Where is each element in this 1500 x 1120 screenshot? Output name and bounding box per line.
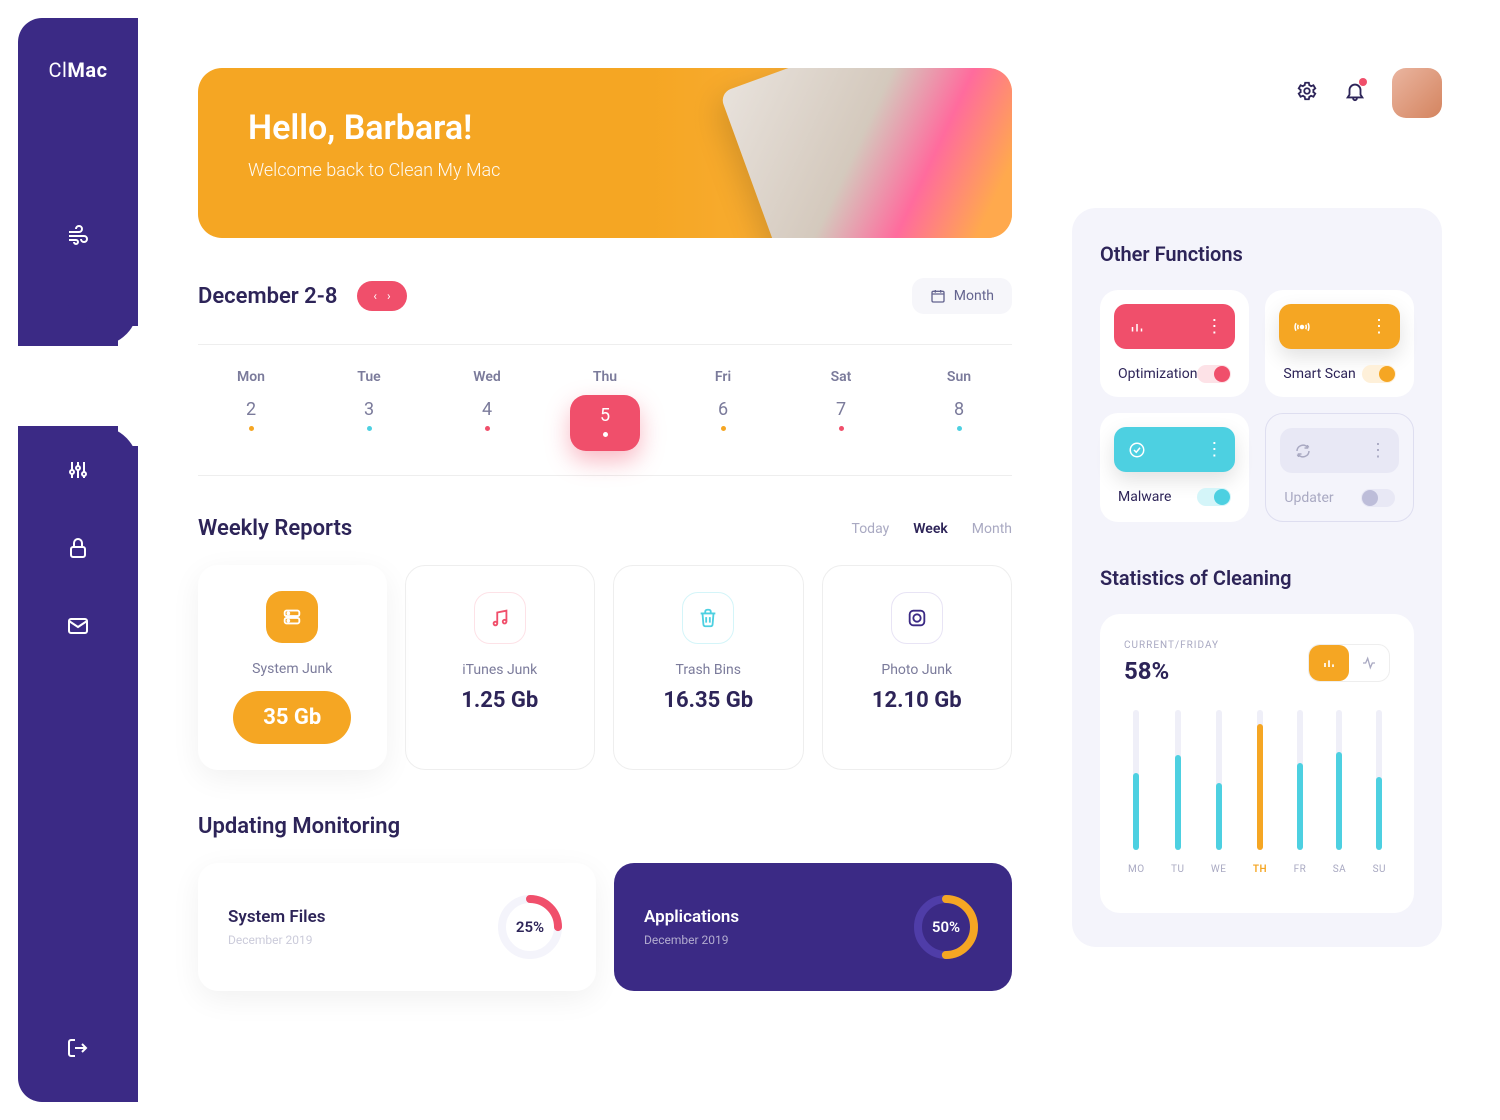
bar-mo[interactable]: MO (1128, 710, 1145, 875)
day-fri[interactable]: Fri6 (688, 369, 758, 451)
stats-bar-chart: MOTUWETHFRSASU (1124, 715, 1390, 875)
tab-month[interactable]: Month (972, 521, 1012, 537)
bar-su[interactable]: SU (1373, 710, 1386, 875)
date-range-label: December 2-8 (198, 284, 337, 309)
bar-th[interactable]: TH (1253, 710, 1267, 875)
stats-section-title: Statistics of Cleaning (1100, 566, 1414, 590)
tab-week[interactable]: Week (913, 521, 948, 537)
function-malware[interactable]: ⋮ Malware (1100, 413, 1249, 522)
music-icon (474, 592, 526, 644)
nav-folder-icon[interactable] (64, 378, 92, 406)
nav-sliders-icon[interactable] (64, 456, 92, 484)
main-content: Hello, Barbara! Welcome back to Clean My… (138, 18, 1052, 1102)
broadcast-icon (1293, 318, 1311, 336)
reports-tabs: Today Week Month (852, 521, 1012, 537)
progress-ring-50: 50% (910, 891, 982, 963)
function-updater[interactable]: ⋮ Updater (1265, 413, 1414, 522)
nav-mail-icon[interactable] (64, 612, 92, 640)
functions-title: Other Functions (1100, 242, 1414, 266)
calendar-icon (930, 288, 946, 304)
bars-icon (1128, 318, 1146, 336)
server-icon (266, 591, 318, 643)
top-icons (1072, 68, 1442, 118)
check-circle-icon (1128, 441, 1146, 459)
day-sat[interactable]: Sat7 (806, 369, 876, 451)
day-mon[interactable]: Mon2 (216, 369, 286, 451)
nav-lock-icon[interactable] (64, 534, 92, 562)
bar-tu[interactable]: TU (1171, 710, 1184, 875)
day-thu[interactable]: Thu5 (570, 369, 640, 451)
camera-icon (891, 592, 943, 644)
monitoring-title: Updating Monitoring (198, 814, 1012, 839)
hero-laptop-image (719, 68, 1012, 238)
date-filter-label: Month (954, 288, 994, 304)
monitoring-system-files[interactable]: System Files December 2019 25% (198, 863, 596, 991)
function-optimization[interactable]: ⋮ Optimization (1100, 290, 1249, 397)
progress-ring-25: 25% (494, 891, 566, 963)
nav-wind-icon[interactable] (64, 222, 92, 250)
card-itunes-junk[interactable]: iTunes Junk 1.25 Gb (405, 565, 596, 770)
nav-monitor-icon[interactable] (64, 300, 92, 328)
monitoring-cards: System Files December 2019 25% Applicati… (198, 863, 1012, 991)
toggle-updater[interactable] (1361, 489, 1395, 507)
more-icon[interactable]: ⋮ (1369, 440, 1385, 461)
chevron-left-icon[interactable]: ‹ (373, 289, 377, 303)
day-tue[interactable]: Tue3 (334, 369, 404, 451)
more-icon[interactable]: ⋮ (1205, 439, 1221, 460)
stats-bar-view[interactable] (1309, 645, 1349, 681)
date-nav-buttons[interactable]: ‹ › (357, 281, 406, 311)
card-system-junk[interactable]: System Junk 35 Gb (198, 565, 387, 770)
avatar[interactable] (1392, 68, 1442, 118)
bar-fr[interactable]: FR (1294, 710, 1307, 875)
date-row: December 2-8 ‹ › Month (198, 278, 1012, 314)
monitoring-applications[interactable]: Applications December 2019 50% (614, 863, 1012, 991)
right-panel: Other Functions ⋮ Optimization ⋮ Smart S… (1052, 18, 1482, 1102)
report-cards: System Junk 35 Gb iTunes Junk 1.25 Gb Tr… (198, 565, 1012, 770)
stats-percentage: 58% (1124, 657, 1219, 685)
logo: ClMac (48, 58, 107, 82)
stats-view-toggle (1308, 644, 1390, 682)
stats-line-view[interactable] (1349, 645, 1389, 681)
nav (18, 222, 138, 640)
sidebar: ClMac (18, 18, 138, 1102)
logout-icon[interactable] (64, 1034, 92, 1062)
date-filter-button[interactable]: Month (912, 278, 1012, 314)
functions-grid: ⋮ Optimization ⋮ Smart Scan ⋮ Malware ⋮ … (1100, 290, 1414, 522)
nav-active-indicator (18, 346, 183, 426)
bar-we[interactable]: WE (1211, 710, 1227, 875)
bar-sa[interactable]: SA (1333, 710, 1346, 875)
more-icon[interactable]: ⋮ (1205, 316, 1221, 337)
toggle-malware[interactable] (1197, 488, 1231, 506)
stats-card: CURRENT/FRIDAY 58% MOTUWETHFRSASU (1100, 614, 1414, 913)
bell-icon[interactable] (1344, 80, 1366, 106)
trash-icon (682, 592, 734, 644)
reports-header: Weekly Reports Today Week Month (198, 516, 1012, 541)
stats-current-label: CURRENT/FRIDAY (1124, 640, 1219, 651)
card-photo-junk[interactable]: Photo Junk 12.10 Gb (822, 565, 1013, 770)
refresh-icon (1294, 442, 1312, 460)
weekday-row: Mon2 Tue3 Wed4 Thu5 Fri6 Sat7 Sun8 (198, 344, 1012, 476)
day-sun[interactable]: Sun8 (924, 369, 994, 451)
right-panel-card: Other Functions ⋮ Optimization ⋮ Smart S… (1072, 208, 1442, 947)
toggle-smart-scan[interactable] (1362, 365, 1396, 383)
function-smart-scan[interactable]: ⋮ Smart Scan (1265, 290, 1414, 397)
toggle-optimization[interactable] (1197, 365, 1231, 383)
more-icon[interactable]: ⋮ (1370, 316, 1386, 337)
notification-dot (1359, 78, 1367, 86)
day-wed[interactable]: Wed4 (452, 369, 522, 451)
chevron-right-icon[interactable]: › (387, 289, 391, 303)
card-trash-bins[interactable]: Trash Bins 16.35 Gb (613, 565, 804, 770)
settings-icon[interactable] (1296, 80, 1318, 106)
hero-banner: Hello, Barbara! Welcome back to Clean My… (198, 68, 1012, 238)
reports-title: Weekly Reports (198, 516, 352, 541)
tab-today[interactable]: Today (852, 521, 890, 537)
